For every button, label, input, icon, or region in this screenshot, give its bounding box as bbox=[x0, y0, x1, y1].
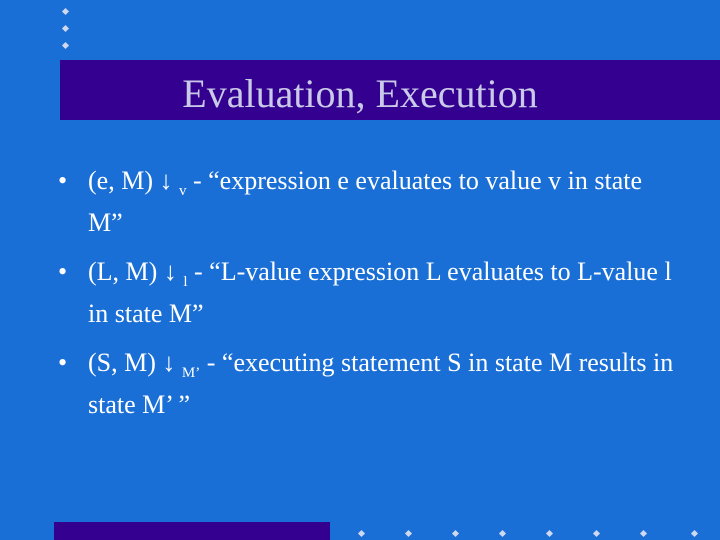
bullet-item: • (e, M) ↓ v - “expression e evaluates t… bbox=[58, 162, 678, 241]
bullet-head: (L, M) ↓ bbox=[88, 257, 177, 286]
bullet-subscript: v bbox=[178, 183, 187, 199]
decorative-dot bbox=[545, 529, 554, 538]
bullet-marker: • bbox=[58, 348, 68, 377]
decorative-dot bbox=[404, 529, 413, 538]
decorative-dot bbox=[357, 529, 366, 538]
bullet-subscript: M’ bbox=[181, 365, 201, 381]
decorative-dot bbox=[592, 529, 601, 538]
bullet-item: • (S, M) ↓ M’ - “executing statement S i… bbox=[58, 344, 678, 423]
bullet-text: - “executing statement S in state M resu… bbox=[88, 348, 674, 419]
decorative-dot bbox=[61, 24, 70, 33]
bullet-marker: • bbox=[58, 166, 68, 195]
decorative-dot bbox=[61, 41, 70, 50]
bottom-accent-bar bbox=[54, 522, 330, 540]
decorative-dot bbox=[451, 529, 460, 538]
bullet-head: (S, M) ↓ bbox=[88, 348, 176, 377]
bullet-marker: • bbox=[58, 257, 68, 286]
bullet-head: (e, M) ↓ bbox=[88, 166, 173, 195]
bullet-list: • (e, M) ↓ v - “expression e evaluates t… bbox=[58, 162, 678, 435]
slide-title: Evaluation, Execution bbox=[182, 71, 538, 116]
decorative-dot bbox=[498, 529, 507, 538]
bullet-item: • (L, M) ↓ l - “L-value expression L eva… bbox=[58, 253, 678, 332]
bullet-subscript: l bbox=[183, 274, 188, 290]
decorative-dot bbox=[61, 7, 70, 16]
decorative-dot bbox=[639, 529, 648, 538]
decorative-dot bbox=[690, 529, 699, 538]
bullet-text: - “expression e evaluates to value v in … bbox=[88, 166, 643, 237]
